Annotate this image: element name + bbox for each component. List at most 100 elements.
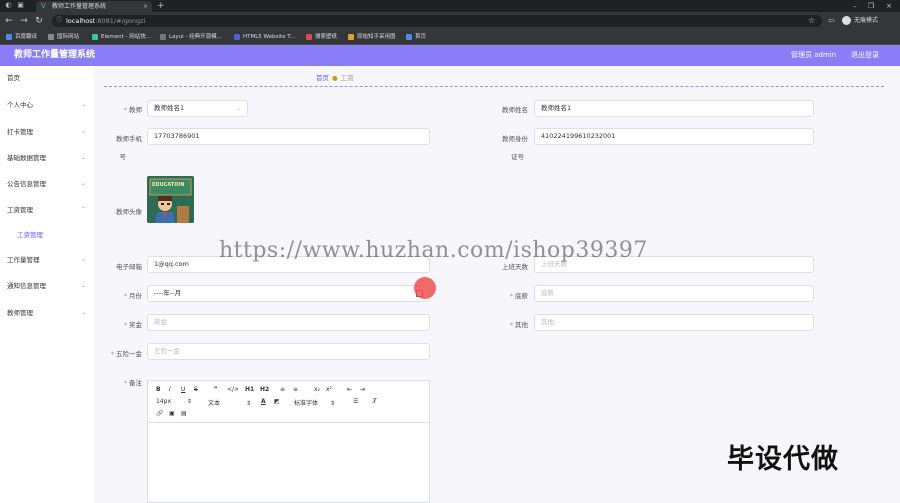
other-label: * 其他	[509, 321, 528, 329]
italic-button[interactable]: I	[169, 386, 171, 393]
sidebar-item-teacher[interactable]: 教师管理 ⌄	[0, 306, 94, 320]
clear-format-icon[interactable]: T̸	[373, 398, 377, 405]
remark-editor[interactable]: B I U S ❞ </> H1 H2 ≡ ≡ x₂ x² ⇤ ⇥ 14px ⇕…	[147, 380, 430, 503]
superscript-button[interactable]: x²	[326, 386, 332, 393]
breadcrumb: 首页 ● 工资	[316, 72, 354, 82]
id-number-field[interactable]: 410224199610232001	[534, 128, 814, 145]
subscript-button[interactable]: x₂	[314, 386, 320, 393]
id-number-label: 教师身份	[502, 135, 528, 143]
bookmark-icon	[92, 33, 98, 40]
breadcrumb-home[interactable]: 首页	[316, 74, 329, 82]
salary-input[interactable]: 底薪	[534, 285, 814, 302]
teacher-avatar-image[interactable]: EDUCATION	[147, 176, 194, 223]
bookmark-icon	[6, 33, 12, 40]
bookmark-item[interactable]: HTML5 Website T...	[234, 33, 295, 42]
other-input[interactable]: 其他	[534, 314, 814, 331]
promo-badge-text: 毕设代做	[727, 444, 839, 475]
chevron-updown-icon: ⇕	[186, 398, 192, 405]
bookmark-icon	[306, 33, 312, 40]
browser-tab[interactable]: V 教师工作量管理系统 ×	[36, 1, 152, 12]
background-color-icon[interactable]: ◩	[274, 398, 280, 405]
insurance-input[interactable]: 五险一金	[147, 343, 430, 360]
underline-button[interactable]: U	[181, 386, 185, 393]
sidebar-item-salary[interactable]: 工资管理 ⌃	[0, 203, 94, 217]
code-button[interactable]: </>	[227, 386, 239, 393]
current-user: 管理员 admin	[791, 51, 837, 59]
image-icon[interactable]: ▣	[169, 410, 175, 417]
bookmark-item[interactable]: 原始知乎采用图	[348, 33, 396, 42]
address-bar[interactable]: ⓘ localhost:8081/#/gongzi	[52, 15, 822, 27]
tab-title: 教师工作量管理系统	[52, 3, 107, 10]
maximize-icon[interactable]: ❐	[864, 0, 878, 12]
remark-label: * 备注	[123, 379, 142, 387]
browser-menu-icon[interactable]: ◐	[4, 1, 13, 10]
editor-toolbar: B I U S ❞ </> H1 H2 ≡ ≡ x₂ x² ⇤ ⇥ 14px ⇕…	[148, 381, 429, 423]
id-number-label-cont: 证号	[511, 153, 524, 161]
email-label: 电子邮箱	[116, 263, 142, 271]
blockquote-button[interactable]: ❞	[214, 386, 217, 393]
minimize-icon[interactable]: –	[848, 0, 862, 12]
browser-tab-bar: ◐ ▣ V 教师工作量管理系统 × + – ❐ ×	[0, 0, 900, 12]
strike-button[interactable]: S	[194, 386, 198, 393]
align-icon[interactable]: ☰	[353, 398, 358, 405]
phone-label-cont: 号	[119, 153, 127, 161]
new-tab-icon[interactable]: +	[157, 1, 165, 11]
bookmark-item[interactable]: 国际网站	[48, 33, 79, 42]
info-icon[interactable]: ⓘ	[56, 15, 62, 27]
chevron-down-icon: ⌄	[81, 309, 87, 316]
chevron-down-icon: ⌄	[235, 105, 241, 112]
avatar-label: 教师头像	[116, 208, 142, 216]
bookmark-item[interactable]: 百度翻译	[6, 33, 37, 42]
close-window-icon[interactable]: ×	[882, 0, 896, 12]
logout-link[interactable]: 退出登录	[851, 45, 879, 66]
teacher-select[interactable]: 教师姓名1 ⌄	[147, 100, 248, 117]
bookmark-item[interactable]: 首页	[406, 33, 426, 42]
bookmark-icon	[234, 33, 240, 40]
indent-button[interactable]: ⇥	[360, 386, 365, 393]
app-header: 教师工作量管理系统 管理员 admin 退出登录	[0, 45, 900, 66]
text-style-select[interactable]: 文本 ⇕	[208, 398, 251, 407]
font-family-select[interactable]: 标准字体 ⇕	[294, 398, 335, 407]
phone-field[interactable]: 17703786901	[147, 128, 430, 145]
extension-icon[interactable]: ⇦	[828, 15, 835, 27]
bullet-list-button[interactable]: ≡	[293, 386, 298, 393]
sidebar-item-profile[interactable]: 个人中心 ⌄	[0, 98, 94, 112]
month-picker[interactable]: ----年--月	[147, 285, 430, 302]
bookmark-item[interactable]: 搜索壁纸	[306, 33, 337, 42]
teacher-name-field[interactable]: 教师姓名1	[534, 100, 814, 117]
bookmark-item[interactable]: Element - 网站快...	[92, 33, 151, 42]
sidebar-item-notification[interactable]: 通知信息管理 ⌄	[0, 279, 94, 293]
sidebar: 首页 个人中心 ⌄ 打卡管理 ⌄ 基础数据管理 ⌄ 公告信息管理 ⌄ 工资管理 ⌃ 工资管…	[0, 66, 94, 503]
pinned-tab-icon[interactable]: ▣	[16, 1, 25, 10]
sidebar-item-workload[interactable]: 工作量管理 ⌄	[0, 253, 94, 267]
font-size-select[interactable]: 14px ⇕	[156, 398, 192, 405]
breadcrumb-separator-icon: ●	[332, 74, 338, 82]
back-icon[interactable]: ←	[3, 15, 15, 27]
sidebar-item-checkin[interactable]: 打卡管理 ⌄	[0, 125, 94, 139]
divider	[104, 86, 884, 87]
bonus-input[interactable]: 奖金	[147, 314, 430, 331]
text-color-icon[interactable]: A	[261, 398, 266, 405]
sidebar-item-home[interactable]: 首页	[0, 71, 94, 85]
incognito-profile[interactable]: 无痕模式	[842, 15, 878, 27]
link-icon[interactable]: 🔗	[156, 410, 163, 417]
bookmark-item[interactable]: Layui - 经典开源模...	[160, 33, 222, 42]
sidebar-subitem-salary[interactable]: 工资管理	[0, 228, 94, 242]
bookmark-star-icon[interactable]: ☆	[808, 15, 815, 27]
close-tab-icon[interactable]: ×	[143, 1, 148, 12]
h2-button[interactable]: H2	[260, 386, 269, 393]
avatar-board-text: EDUCATION	[152, 182, 185, 188]
reload-icon[interactable]: ↻	[33, 15, 45, 27]
sidebar-item-notice[interactable]: 公告信息管理 ⌄	[0, 177, 94, 191]
bookmark-icon	[406, 33, 412, 40]
cursor-highlight	[414, 277, 436, 299]
profile-label: 无痕模式	[854, 17, 879, 24]
bold-button[interactable]: B	[156, 386, 161, 393]
outdent-button[interactable]: ⇤	[347, 386, 352, 393]
phone-label: 教师手机	[116, 135, 142, 143]
h1-button[interactable]: H1	[245, 386, 254, 393]
bookmark-icon	[160, 33, 166, 40]
ordered-list-button[interactable]: ≡	[280, 386, 285, 393]
forward-icon[interactable]: →	[18, 15, 30, 27]
video-icon[interactable]: ▤	[181, 410, 187, 417]
